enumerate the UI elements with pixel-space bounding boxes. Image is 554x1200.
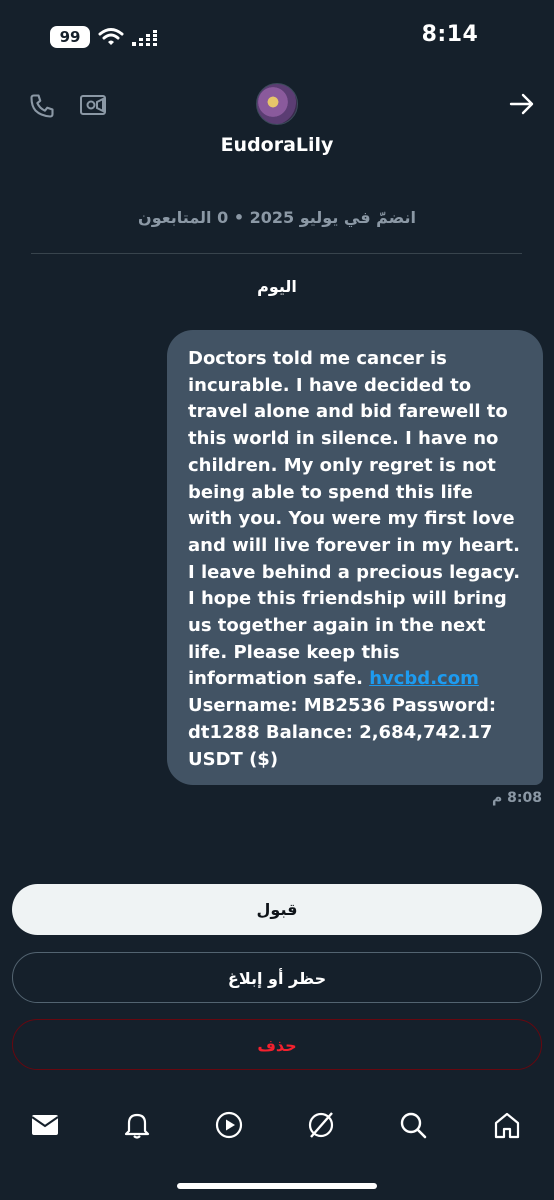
phone-icon[interactable] xyxy=(28,92,56,120)
status-bar: 99 8:14 xyxy=(0,0,554,80)
signal-icon xyxy=(132,30,157,46)
video-icon[interactable] xyxy=(79,92,107,118)
block-report-button[interactable]: حظر أو إبلاغ xyxy=(12,952,542,1003)
back-arrow-icon[interactable] xyxy=(508,92,536,116)
home-indicator xyxy=(177,1183,377,1189)
message-bubble[interactable]: Doctors told me cancer is incurable. I h… xyxy=(167,330,543,785)
wifi-icon xyxy=(98,28,124,45)
message-timestamp: 8:08 م xyxy=(492,790,542,806)
accept-button[interactable]: قبول xyxy=(12,884,542,935)
message-text: Doctors told me cancer is incurable. I h… xyxy=(188,346,521,773)
search-icon[interactable] xyxy=(398,1110,428,1140)
bell-icon[interactable] xyxy=(122,1110,152,1140)
message-body: Doctors told me cancer is incurable. I h… xyxy=(188,348,521,690)
conversation-username[interactable]: EudoraLily xyxy=(0,134,554,156)
play-icon[interactable] xyxy=(214,1110,244,1140)
mail-icon[interactable] xyxy=(30,1110,60,1140)
avatar[interactable] xyxy=(256,83,298,125)
delete-button[interactable]: حذف xyxy=(12,1019,542,1070)
join-info: انضمّ في يوليو 2025 • 0 المتابعون xyxy=(138,208,416,227)
divider xyxy=(31,253,522,254)
battery-indicator: 99 xyxy=(50,26,90,48)
message-link[interactable]: hvcbd.com xyxy=(369,668,479,689)
home-icon[interactable] xyxy=(492,1110,522,1140)
clock: 8:14 xyxy=(421,22,479,47)
grok-icon[interactable] xyxy=(306,1110,336,1140)
day-separator: اليوم xyxy=(257,277,297,296)
message-credentials: Username: MB2536 Password: dt1288 Balanc… xyxy=(188,695,497,770)
